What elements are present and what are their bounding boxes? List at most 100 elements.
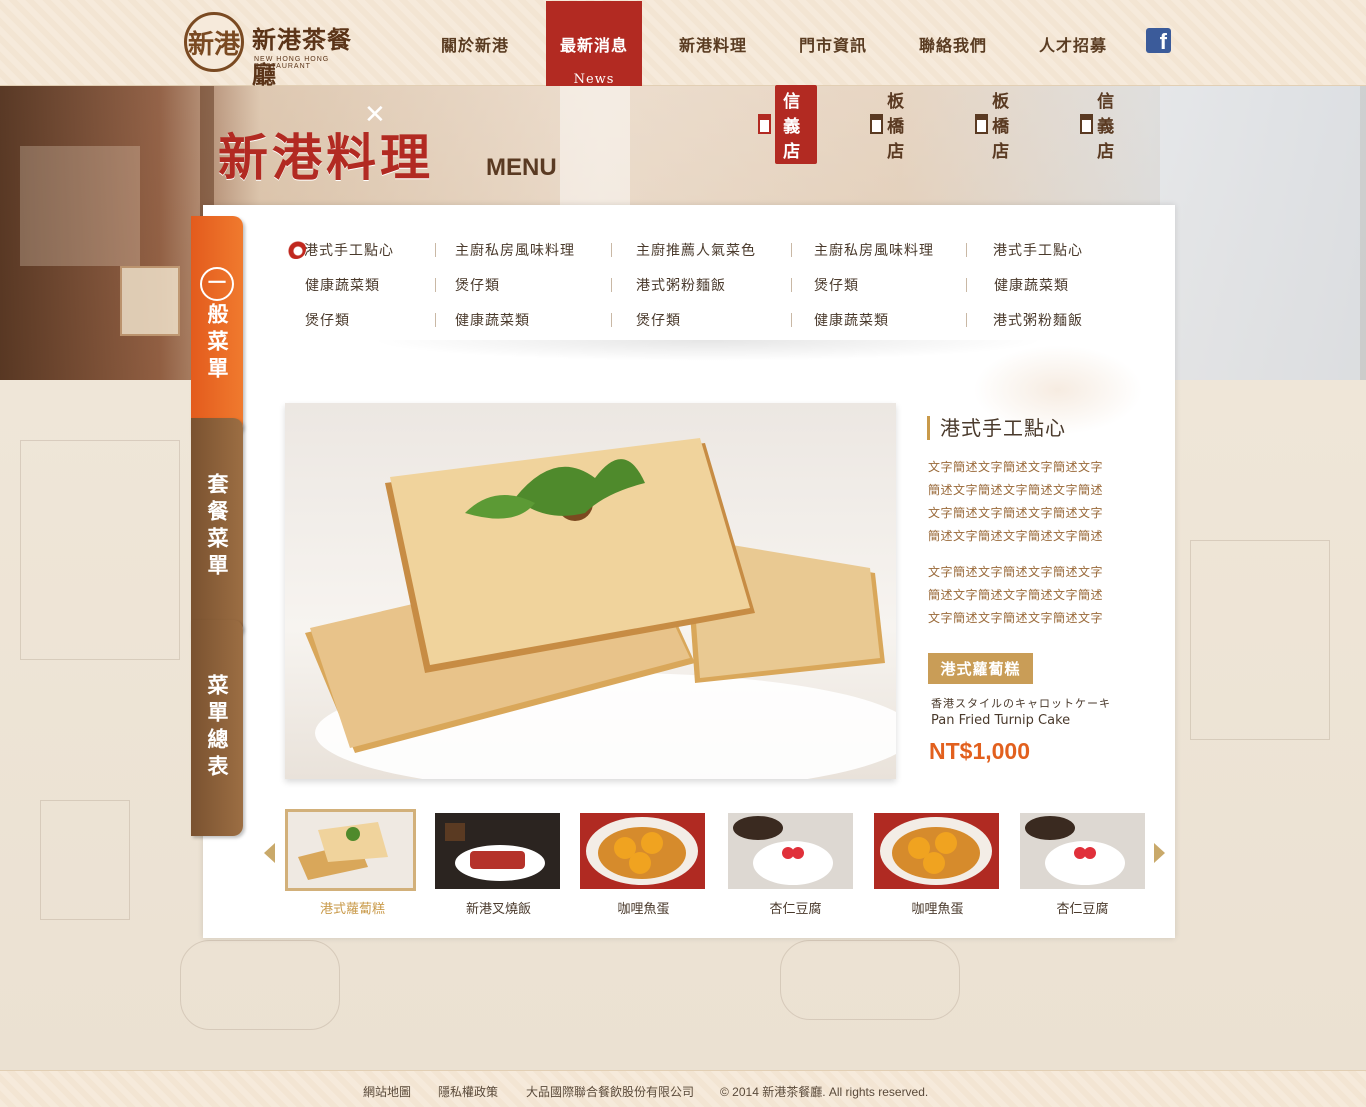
curry-fishball-thumb [874,813,999,889]
site-logo[interactable]: 新港 新港茶餐廳 NEW HONG HONG RESTAURANT [184,12,354,89]
category-label: 煲仔類 [636,313,681,329]
detail-paragraph-2: 文字簡述文字簡述文字簡述文字 簡述文字簡述文字簡述文字簡述 文字簡述文字簡述文字… [928,565,1104,625]
thumb-turnip-cake[interactable] [285,809,416,891]
store-icon [975,114,989,134]
turnip-cake-illustration [305,438,896,779]
thumb-almond-tofu-2[interactable] [1020,813,1145,889]
turnip-cake-thumb [288,812,413,888]
nav-label: 關於新港 [440,36,509,55]
curry-fishball-thumb [580,813,705,889]
site-header: 新港 新港茶餐廳 NEW HONG HONG RESTAURANT 關於新港 最… [0,0,1366,98]
thumb-label[interactable]: 咖哩魚蛋 [875,898,1000,917]
site-footer: 網站地圖 隱私權政策 大品國際聯合餐飲股份有限公司 © 2014 新港茶餐廳. … [0,1070,1366,1107]
footer-link-sitemap[interactable]: 網站地圖 [363,1083,411,1100]
prev-arrow-icon[interactable] [264,843,275,863]
detail-paragraph-1: 文字簡述文字簡述文字簡述文字 簡述文字簡述文字簡述文字簡述 文字簡述文字簡述文字… [928,460,1104,543]
category-label: 港式粥粉麵飯 [993,313,1083,329]
branch-xinyi[interactable]: 信義店 [758,84,817,164]
tab-full-menu[interactable]: 菜單總表 [191,620,243,836]
logo-name: 新港茶餐廳 [252,25,352,89]
divider [435,313,436,327]
branch-xinyi-2[interactable]: 信義店 [1080,92,1123,162]
nav-label: 聯絡我們 [918,36,987,55]
wave-divider [268,340,1148,374]
nav-label: 新港料理 [678,36,747,55]
divider [966,313,967,327]
category-item[interactable]: 煲仔類 [814,273,859,297]
thumb-curry-fishball-2[interactable] [874,813,999,889]
dish-photo [285,403,896,779]
nav-item-news[interactable]: 最新消息 News [546,1,642,98]
almond-tofu-thumb [1020,813,1145,889]
category-item[interactable]: 健康蔬菜類 [994,273,1069,297]
category-label: 主廚私房風味料理 [814,243,934,259]
divider [611,313,612,327]
category-item[interactable]: 港式粥粉麵飯 [636,273,726,297]
category-label: 健康蔬菜類 [994,278,1069,294]
page-title-en: MENU [486,154,557,181]
divider [435,278,436,292]
dish-name-badge: 港式蘿蔔糕 [928,653,1033,684]
store-icon [758,114,772,134]
category-label: 港式手工點心 [993,243,1083,259]
tab-label: 套餐菜單 [205,473,230,581]
thumb-label[interactable]: 港式蘿蔔糕 [290,898,415,917]
category-label: 港式粥粉麵飯 [636,278,726,294]
category-label: 主廚推薦人氣菜色 [636,243,756,259]
divider [791,278,792,292]
category-label: 健康蔬菜類 [305,278,380,294]
category-item[interactable]: 主廚推薦人氣菜色 [636,238,756,262]
tab-general-menu[interactable]: 一 般菜單 [191,216,243,434]
branch-label: 信義店 [1097,91,1115,162]
category-item[interactable]: 健康蔬菜類 [455,308,530,332]
thumb-label[interactable]: 杏仁豆腐 [1020,898,1145,917]
nav-item-contact[interactable]: 聯絡我們 [898,0,1008,86]
nav-label: 人才招募 [1038,36,1107,55]
facebook-icon[interactable]: f [1146,28,1171,53]
category-label: 煲仔類 [305,313,350,329]
footer-link-privacy[interactable]: 隱私權政策 [438,1083,498,1100]
thumb-almond-tofu[interactable] [728,813,853,889]
detail-title: 港式手工點心 [927,416,1066,440]
nav-item-careers[interactable]: 人才招募 [1018,0,1128,86]
divider [966,278,967,292]
thumb-curry-fishball[interactable] [580,813,705,889]
almond-tofu-thumb [728,813,853,889]
divider [791,243,792,257]
category-item[interactable]: 煲仔類 [305,308,350,332]
divider [966,243,967,257]
page-title: 新港料理 [218,128,434,187]
nav-label: 最新消息 [559,36,628,55]
category-item[interactable]: 主廚私房風味料理 [455,238,575,262]
next-arrow-icon[interactable] [1154,843,1165,863]
thumb-label[interactable]: 新港叉燒飯 [436,898,561,917]
category-item[interactable]: 港式手工點心 [286,238,394,262]
category-item[interactable]: 港式手工點心 [993,238,1083,262]
nav-item-stores[interactable]: 門市資訊 [778,0,888,86]
tab-set-menu[interactable]: 套餐菜單 [191,418,243,636]
category-item[interactable]: 健康蔬菜類 [305,273,380,297]
bbq-pork-thumb [435,813,560,889]
thumb-bbq-pork[interactable] [435,813,560,889]
category-item[interactable]: 健康蔬菜類 [814,308,889,332]
logo-name-en: NEW HONG HONG RESTAURANT [254,56,330,70]
branch-banqiao[interactable]: 板橋店 [870,92,913,162]
thumb-label[interactable]: 杏仁豆腐 [733,898,858,917]
branch-label: 信義店 [775,84,817,164]
nav-item-cuisine[interactable]: 新港料理 [658,0,768,86]
thumb-label[interactable]: 咖哩魚蛋 [581,898,706,917]
divider [611,278,612,292]
category-item[interactable]: 港式粥粉麵飯 [993,308,1083,332]
tab-label-first: 一 [200,266,234,301]
store-icon [1080,114,1094,134]
category-label: 健康蔬菜類 [455,313,530,329]
dish-name-jp: 香港スタイルのキャロットケーキ [931,697,1111,710]
nav-item-about[interactable]: 關於新港 [420,0,530,86]
category-item[interactable]: 煲仔類 [455,273,500,297]
category-item[interactable]: 煲仔類 [636,308,681,332]
footer-link-company[interactable]: 大品國際聯合餐飲股份有限公司 [526,1083,694,1100]
category-label: 煲仔類 [814,278,859,294]
branch-banqiao-2[interactable]: 板橋店 [975,92,1018,162]
category-item[interactable]: 主廚私房風味料理 [814,238,934,262]
dish-name-en: Pan Fried Turnip Cake [931,713,1071,728]
